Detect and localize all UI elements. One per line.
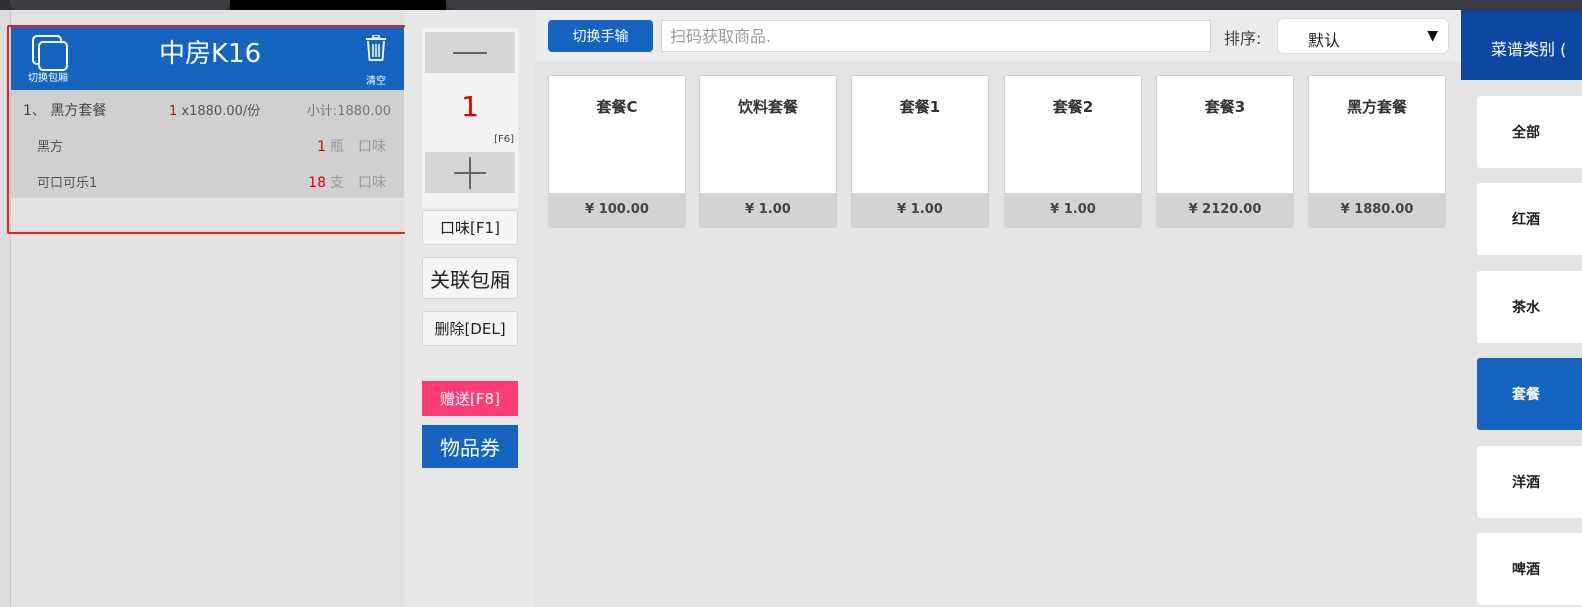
category-item-liquor[interactable]: 洋酒 [1477,446,1582,518]
product-toolbar: 切换手输 排序: 默认 ▼ [535,10,1461,62]
product-price: ¥ 2120.00 [1157,193,1293,227]
switch-room-icon [28,35,68,73]
category-item-all[interactable]: 全部 [1477,96,1582,168]
scan-input[interactable] [661,20,1211,52]
dropdown-arrow-icon: ▼ [1427,28,1438,44]
product-price: ¥ 1.00 [700,193,836,227]
quantity-shortcut: [F6] [494,134,514,145]
sub-item-name: 可口可乐1 [37,176,98,191]
flavor-link[interactable]: 口味 [358,139,386,155]
switch-room-button[interactable]: 切换包厢 [23,35,73,84]
order-item-subtotal: 小计:1880.00 [306,104,391,119]
sort-selected-value: 默认 [1308,31,1341,50]
window-tab-active[interactable] [230,0,446,10]
product-card[interactable]: 套餐1 ¥ 1.00 [851,75,989,228]
window-tab-strip [0,0,1582,10]
product-price: ¥ 1880.00 [1309,193,1445,227]
decrease-button[interactable] [425,32,515,73]
sub-item-detail: 1 瓶口味 [317,139,386,155]
flavor-button[interactable]: 口味[F1] [422,210,518,245]
product-name: 套餐C [596,98,638,116]
order-header: 切换包厢 中房K16 清空 [11,25,404,90]
order-list: 1、 黑方套餐 1 x1880.00/份 小计:1880.00 黑方 1 瓶口味 … [11,90,404,198]
product-name: 饮料套餐 [737,98,798,116]
order-item-row[interactable]: 1、 黑方套餐 1 x1880.00/份 小计:1880.00 [11,90,404,126]
quantity-value: 1 [461,90,479,123]
category-item-red-wine[interactable]: 红酒 [1477,183,1582,255]
order-item-title: 1、 黑方套餐 [23,103,107,119]
product-name: 套餐2 [1052,98,1094,116]
trash-icon [361,34,391,68]
order-item-qty-price: 1 x1880.00/份 [169,104,261,119]
category-sidebar: 菜谱类别 ( 全部 红酒 茶水 套餐 洋酒 啤酒 [1461,10,1582,607]
order-panel: 切换包厢 中房K16 清空 1、 黑方套餐 1 x1880.00/份 小计:18… [11,10,404,607]
window-tab[interactable] [446,0,1582,10]
sort-label: 排序: [1224,29,1262,48]
flavor-link[interactable]: 口味 [358,175,386,191]
product-card[interactable]: 套餐2 ¥ 1.00 [1004,75,1142,228]
switch-manual-input-button[interactable]: 切换手输 [548,20,653,52]
category-item-tea[interactable]: 茶水 [1477,271,1582,343]
control-column: 1 [F6] 口味[F1] 关联包厢 删除[DEL] 赠送[F8] 物品券 [405,10,534,607]
window-tab[interactable] [10,0,230,10]
category-item-set-meal[interactable]: 套餐 [1477,358,1582,430]
product-price: ¥ 1.00 [1005,193,1141,227]
product-price: ¥ 100.00 [549,193,685,227]
link-room-button[interactable]: 关联包厢 [422,257,518,299]
product-card[interactable]: 套餐C ¥ 100.00 [548,75,686,228]
order-sub-item-row[interactable]: 黑方 1 瓶口味 [11,126,404,162]
product-price: ¥ 1.00 [852,193,988,227]
gift-button[interactable]: 赠送[F8] [422,381,518,416]
sub-item-name: 黑方 [37,140,64,155]
clear-button[interactable]: 清空 [361,34,391,87]
order-sub-item-row[interactable]: 可口可乐1 18 支口味 [11,162,404,198]
room-name: 中房K16 [159,39,262,69]
product-card[interactable]: 黑方套餐 ¥ 1880.00 [1308,75,1446,228]
product-card[interactable]: 套餐3 ¥ 2120.00 [1156,75,1294,228]
product-area: 切换手输 排序: 默认 ▼ 套餐C ¥ 100.00 饮料套餐 ¥ 1.00 套… [535,10,1461,607]
sort-select[interactable]: 默认 ▼ [1277,18,1449,54]
product-name: 套餐1 [899,98,941,116]
product-card[interactable]: 饮料套餐 ¥ 1.00 [699,75,837,228]
product-name: 套餐3 [1204,98,1246,116]
clear-label: 清空 [366,76,386,87]
product-name: 黑方套餐 [1346,98,1407,116]
left-edge [0,10,11,607]
delete-button[interactable]: 删除[DEL] [422,311,518,346]
sub-item-detail: 18 支口味 [308,175,386,191]
quantity-stepper: 1 [F6] [422,28,518,208]
increase-button[interactable] [425,152,515,193]
category-header: 菜谱类别 ( [1461,10,1582,80]
voucher-button[interactable]: 物品券 [422,425,518,468]
app-root: 切换包厢 中房K16 清空 1、 黑方套餐 1 x1880.00/份 小计:18… [0,0,1582,607]
category-item-beer[interactable]: 啤酒 [1477,533,1582,605]
